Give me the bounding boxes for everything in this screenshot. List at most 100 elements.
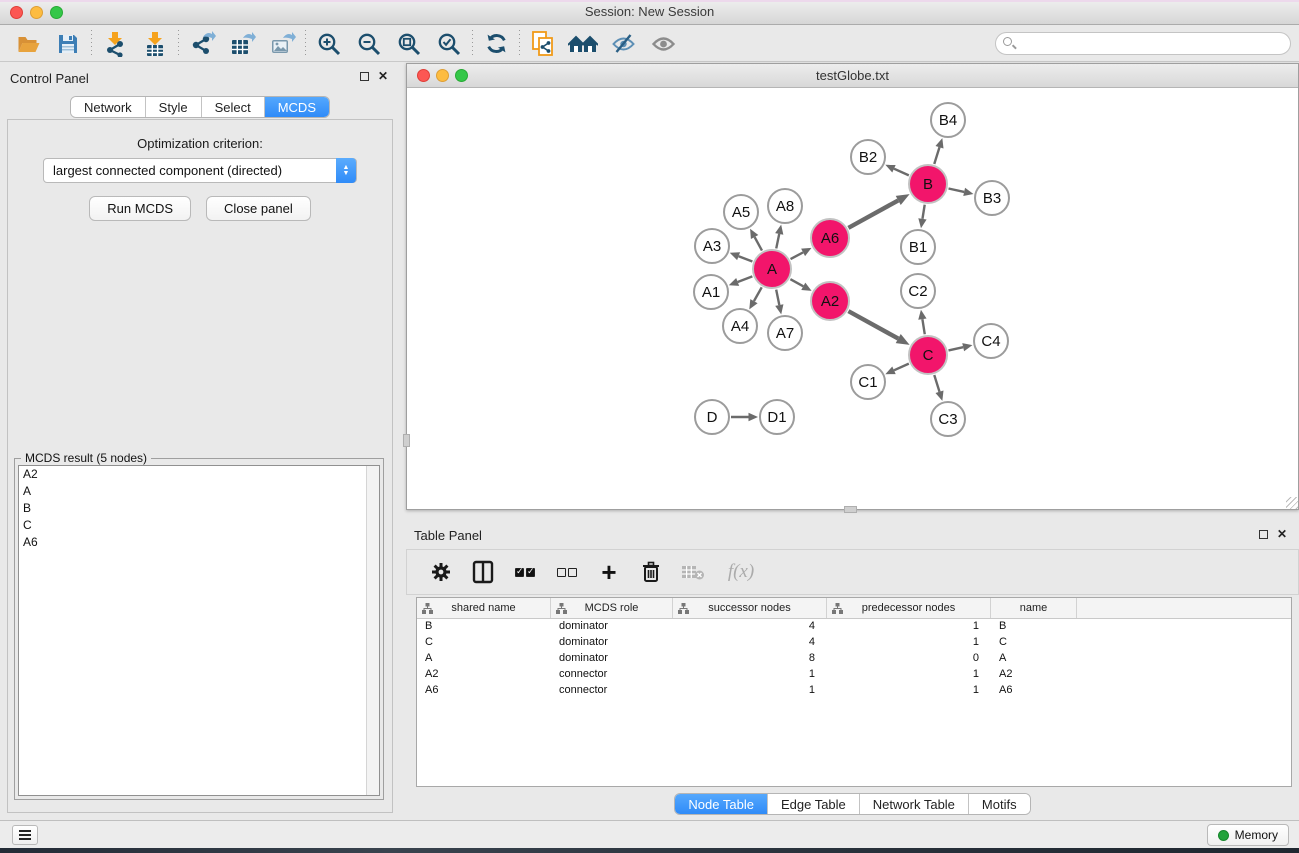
graph-edge-C-C1[interactable] bbox=[894, 364, 909, 371]
tab-mcds[interactable]: MCDS bbox=[265, 97, 329, 117]
column-header-shared-name[interactable]: shared name bbox=[417, 598, 551, 618]
graph-node-A5[interactable]: A5 bbox=[724, 195, 758, 229]
zoom-fit-button[interactable] bbox=[389, 29, 429, 59]
graph-node-A7[interactable]: A7 bbox=[768, 316, 802, 350]
table-cell[interactable]: 1 bbox=[673, 667, 827, 683]
table-cell[interactable]: 1 bbox=[827, 683, 991, 699]
close-panel-button[interactable]: Close panel bbox=[206, 196, 311, 221]
table-cell[interactable]: 1 bbox=[827, 667, 991, 683]
graph-node-D[interactable]: D bbox=[695, 400, 729, 434]
column-header-name[interactable]: name bbox=[991, 598, 1077, 618]
close-panel-icon[interactable]: ✕ bbox=[1277, 529, 1287, 539]
table-cell[interactable]: dominator bbox=[551, 635, 673, 651]
tab-select[interactable]: Select bbox=[202, 97, 265, 117]
graph-edge-C-C2[interactable] bbox=[922, 319, 924, 334]
table-row[interactable]: Adominator80A bbox=[417, 651, 1291, 667]
graph-edge-A-A3[interactable] bbox=[739, 256, 753, 261]
result-scrollbar[interactable] bbox=[366, 466, 379, 795]
network-window-titlebar[interactable]: testGlobe.txt bbox=[407, 64, 1298, 88]
result-item[interactable]: C bbox=[19, 517, 379, 534]
table-cell[interactable]: 4 bbox=[673, 635, 827, 651]
graph-edge-A-A4[interactable] bbox=[754, 287, 762, 301]
show-graphics-details-button[interactable] bbox=[643, 29, 683, 59]
graph-node-A6[interactable]: A6 bbox=[811, 219, 849, 257]
table-cell[interactable]: 4 bbox=[673, 619, 827, 635]
table-cell[interactable]: A2 bbox=[417, 667, 551, 683]
graph-node-B4[interactable]: B4 bbox=[931, 103, 965, 137]
tab-motifs[interactable]: Motifs bbox=[969, 794, 1030, 814]
network-canvas[interactable]: B4B2BB3A8A5A6A3B1AC2A1A2A4A7C4CC1DD1C3 bbox=[407, 88, 1298, 509]
delete-column-button[interactable] bbox=[637, 557, 665, 587]
graph-node-A[interactable]: A bbox=[753, 250, 791, 288]
open-session-button[interactable] bbox=[8, 29, 48, 59]
window-resize-grip[interactable] bbox=[1286, 497, 1298, 509]
table-cell[interactable]: dominator bbox=[551, 651, 673, 667]
graph-edge-B-B4[interactable] bbox=[934, 147, 939, 164]
zoom-in-button[interactable] bbox=[309, 29, 349, 59]
result-item[interactable]: A2 bbox=[19, 466, 379, 483]
graph-node-C3[interactable]: C3 bbox=[931, 402, 965, 436]
graph-node-A2[interactable]: A2 bbox=[811, 282, 849, 320]
tab-node-table[interactable]: Node Table bbox=[675, 794, 768, 814]
graph-node-C2[interactable]: C2 bbox=[901, 274, 935, 308]
graph-node-A4[interactable]: A4 bbox=[723, 309, 757, 343]
hide-graphics-details-button[interactable] bbox=[603, 29, 643, 59]
network-graph[interactable]: B4B2BB3A8A5A6A3B1AC2A1A2A4A7C4CC1DD1C3 bbox=[407, 88, 1298, 509]
graph-node-B[interactable]: B bbox=[909, 165, 947, 203]
column-header-predecessor-nodes[interactable]: predecessor nodes bbox=[827, 598, 991, 618]
table-row[interactable]: A2connector11A2 bbox=[417, 667, 1291, 683]
result-item[interactable]: A6 bbox=[19, 534, 379, 551]
export-table-button[interactable] bbox=[222, 29, 262, 59]
function-builder-button[interactable]: f(x) bbox=[721, 557, 761, 587]
column-browser-button[interactable] bbox=[469, 557, 497, 587]
table-row[interactable]: Cdominator41C bbox=[417, 635, 1291, 651]
table-cell[interactable]: C bbox=[417, 635, 551, 651]
table-cell[interactable]: 8 bbox=[673, 651, 827, 667]
table-row[interactable]: Bdominator41B bbox=[417, 619, 1291, 635]
graph-node-B2[interactable]: B2 bbox=[851, 140, 885, 174]
table-cell[interactable]: 0 bbox=[827, 651, 991, 667]
table-cell[interactable]: A6 bbox=[417, 683, 551, 699]
graph-edge-B-B2[interactable] bbox=[894, 169, 909, 176]
graph-node-A3[interactable]: A3 bbox=[695, 229, 729, 263]
deselect-all-rows-button[interactable] bbox=[553, 557, 581, 587]
splitter-handle-left[interactable] bbox=[403, 434, 410, 447]
column-header-successor-nodes[interactable]: successor nodes bbox=[673, 598, 827, 618]
graph-edge-A6-B[interactable] bbox=[848, 200, 898, 227]
result-item[interactable]: A bbox=[19, 483, 379, 500]
table-cell[interactable]: A bbox=[991, 651, 1077, 667]
graph-edge-B-B3[interactable] bbox=[949, 188, 965, 191]
table-cell[interactable]: B bbox=[991, 619, 1077, 635]
run-mcds-button[interactable]: Run MCDS bbox=[89, 196, 191, 221]
criterion-dropdown[interactable]: largest connected component (directed) ▲… bbox=[43, 158, 357, 183]
tab-style[interactable]: Style bbox=[146, 97, 202, 117]
table-cell[interactable]: connector bbox=[551, 683, 673, 699]
table-cell[interactable]: C bbox=[991, 635, 1077, 651]
zoom-selected-button[interactable] bbox=[429, 29, 469, 59]
graph-node-C4[interactable]: C4 bbox=[974, 324, 1008, 358]
save-session-button[interactable] bbox=[48, 29, 88, 59]
graph-node-A1[interactable]: A1 bbox=[694, 275, 728, 309]
float-panel-icon[interactable] bbox=[360, 72, 369, 81]
table-cell[interactable]: 1 bbox=[827, 635, 991, 651]
graph-node-D1[interactable]: D1 bbox=[760, 400, 794, 434]
graph-edge-A-A2[interactable] bbox=[790, 279, 803, 286]
result-item[interactable]: B bbox=[19, 500, 379, 517]
graph-node-A8[interactable]: A8 bbox=[768, 189, 802, 223]
table-cell[interactable]: 1 bbox=[673, 683, 827, 699]
tab-network[interactable]: Network bbox=[71, 97, 146, 117]
refresh-button[interactable] bbox=[476, 29, 516, 59]
graph-node-B3[interactable]: B3 bbox=[975, 181, 1009, 215]
graph-edge-A2-C[interactable] bbox=[848, 311, 898, 338]
table-settings-button[interactable] bbox=[427, 557, 455, 587]
show-all-networks-button[interactable] bbox=[563, 29, 603, 59]
graph-edge-C-C3[interactable] bbox=[934, 375, 939, 392]
graph-node-B1[interactable]: B1 bbox=[901, 230, 935, 264]
graph-node-C[interactable]: C bbox=[909, 336, 947, 374]
table-cell[interactable]: A2 bbox=[991, 667, 1077, 683]
graph-edge-A-A1[interactable] bbox=[738, 276, 753, 282]
float-panel-icon[interactable] bbox=[1259, 530, 1268, 539]
zoom-out-button[interactable] bbox=[349, 29, 389, 59]
clone-network-button[interactable] bbox=[523, 29, 563, 59]
graph-edge-A-A7[interactable] bbox=[776, 290, 779, 305]
